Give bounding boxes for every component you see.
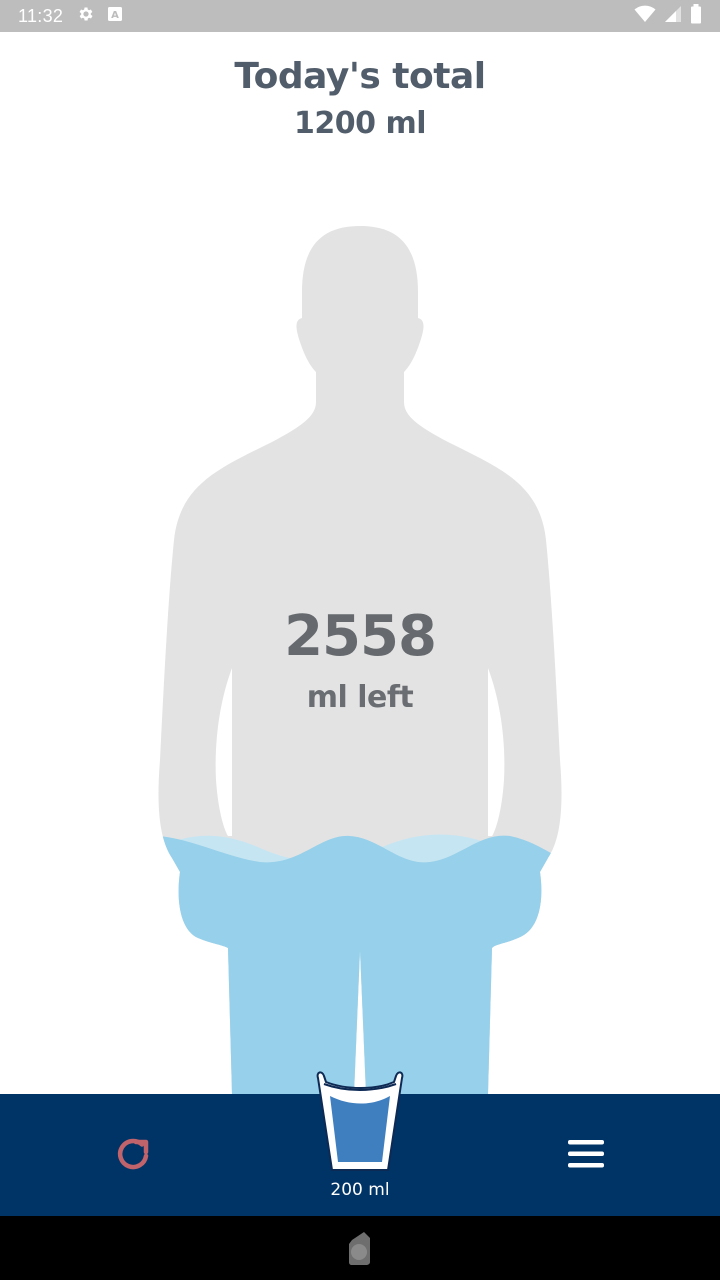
reset-button[interactable]	[108, 1130, 160, 1182]
home-icon	[346, 1232, 374, 1270]
hamburger-menu-icon	[566, 1136, 606, 1176]
remaining-label: ml left	[306, 680, 414, 715]
cup-size-label: 200 ml	[330, 1180, 390, 1200]
menu-button[interactable]	[560, 1130, 612, 1182]
add-drink-button[interactable]: 200 ml	[306, 1064, 414, 1204]
home-button[interactable]	[346, 1230, 374, 1266]
water-fill	[158, 835, 562, 1094]
remaining-value: 2558	[284, 604, 437, 669]
refresh-icon	[112, 1132, 156, 1180]
